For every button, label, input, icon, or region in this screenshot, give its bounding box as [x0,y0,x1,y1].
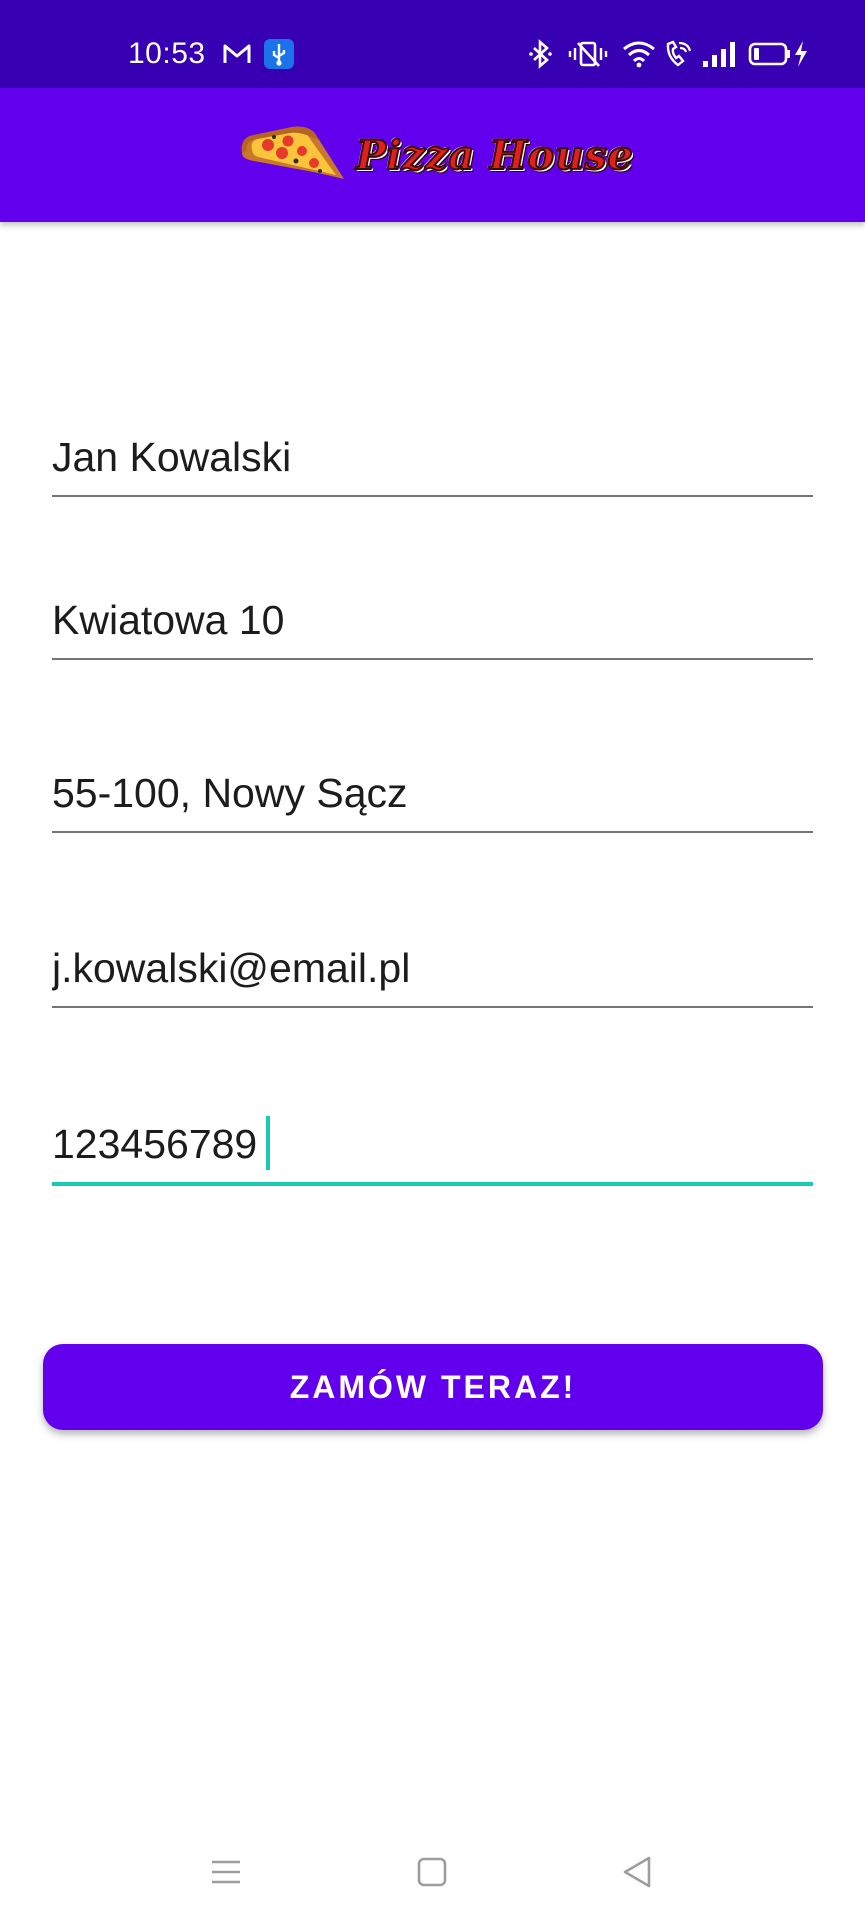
navigation-bar [0,1820,865,1922]
status-bar: 10:53 [0,0,865,88]
name-field[interactable] [52,425,813,497]
wifi-icon [622,38,656,70]
pizza-slice-icon [232,119,350,192]
name-input[interactable] [52,434,813,481]
status-time: 10:53 [128,37,206,70]
address-field[interactable] [52,588,813,660]
email-input[interactable] [52,945,813,992]
menu-icon[interactable] [206,1852,246,1892]
signal-icon [702,38,736,70]
back-icon[interactable] [617,1852,657,1892]
text-cursor [266,1116,270,1170]
pizza-house-logo: Pizza House [232,119,634,192]
city-field[interactable] [52,761,813,833]
email-field[interactable] [52,936,813,1008]
city-input[interactable] [52,770,813,817]
order-now-button[interactable]: ZAMÓW TERAZ! [43,1344,823,1430]
gmail-icon [222,38,252,70]
bluetooth-icon [527,38,555,70]
phone-input[interactable] [52,1121,813,1168]
address-input[interactable] [52,597,813,644]
vibrate-icon [568,38,608,70]
app-bar: Pizza House [0,88,865,222]
wifi-calling-icon [664,38,692,70]
home-icon[interactable] [412,1852,452,1892]
logo-text: Pizza House [355,131,634,180]
battery-charging-icon [748,38,810,70]
phone-field[interactable] [52,1112,813,1186]
usb-debug-icon [264,38,294,70]
